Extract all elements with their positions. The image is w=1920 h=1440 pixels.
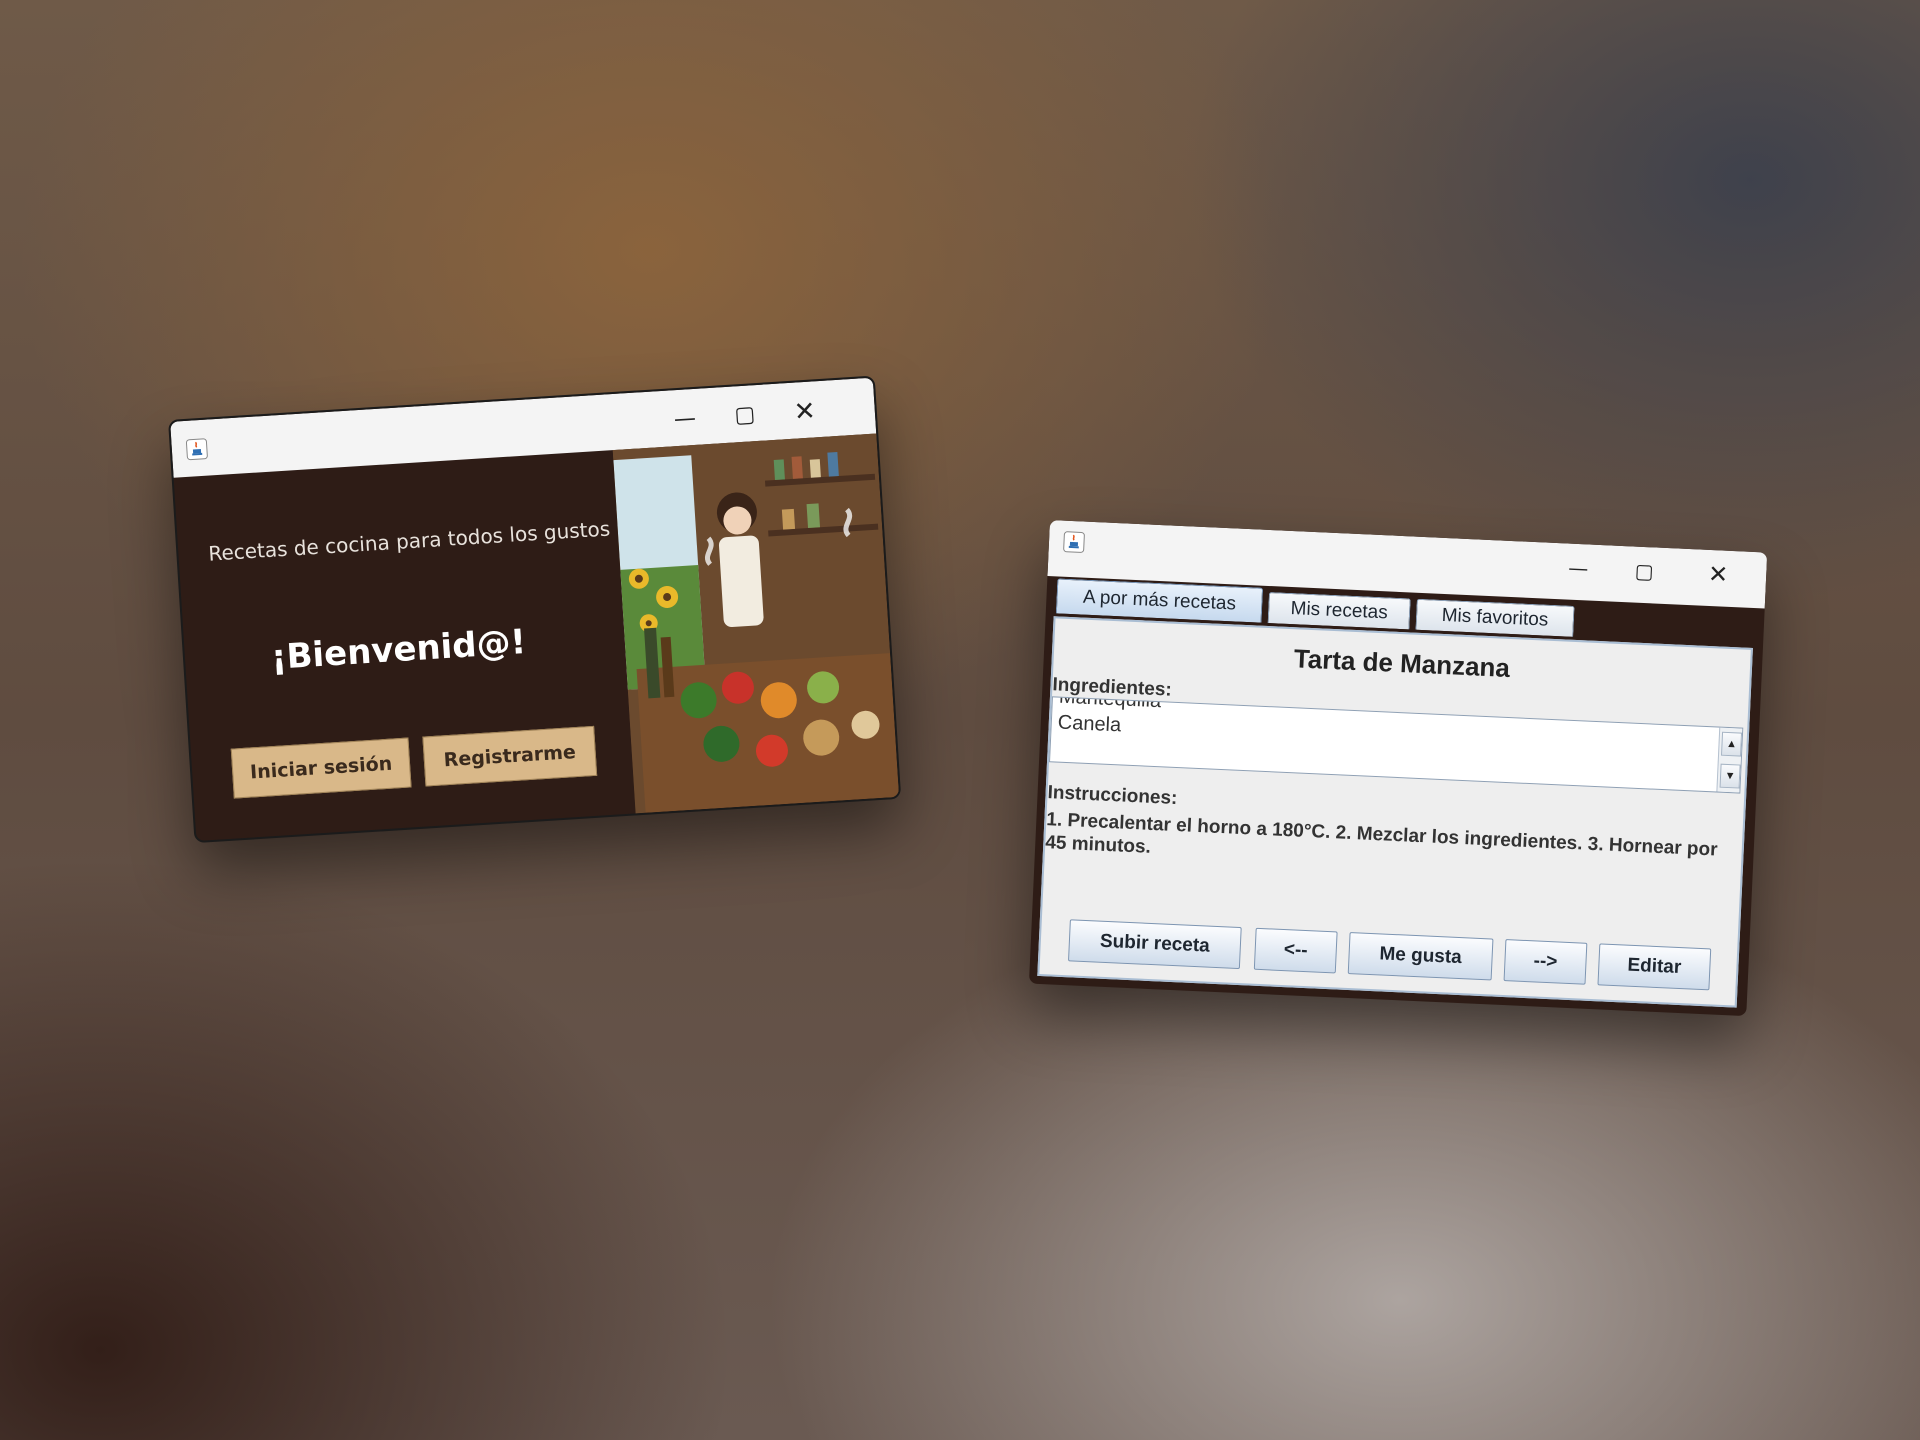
next-button[interactable]: -->: [1503, 939, 1588, 985]
upload-recipe-button[interactable]: Subir receta: [1068, 919, 1242, 970]
scroll-down-icon[interactable]: ▼: [1719, 763, 1741, 789]
like-button[interactable]: Me gusta: [1347, 932, 1494, 981]
maximize-icon[interactable]: ▢: [1624, 552, 1666, 590]
java-app-icon: [185, 438, 208, 461]
tab-more-recipes[interactable]: A por más recetas: [1055, 578, 1264, 623]
maximize-icon[interactable]: ▢: [724, 395, 766, 437]
java-app-icon: [1063, 531, 1085, 553]
recipes-window: — ▢ ✕ A por más recetas Mis recetas Mis …: [1028, 520, 1768, 1017]
edit-button[interactable]: Editar: [1597, 943, 1712, 991]
instructions-text: 1. Precalentar el horno a 180°C. 2. Mezc…: [1044, 809, 1718, 861]
recipe-panel: Tarta de Manzana Ingredientes: Mantequil…: [1037, 616, 1753, 1008]
list-item: Canela: [1057, 711, 1122, 737]
kitchen-illustration: [612, 433, 900, 814]
welcome-heading: ¡Bienvenid@!: [269, 622, 528, 678]
welcome-window: — ▢ ✕ Recetas de cocina para todos los g…: [168, 375, 902, 844]
register-button[interactable]: Registrarme: [422, 725, 598, 787]
tab-my-favorites[interactable]: Mis favoritos: [1415, 598, 1575, 637]
login-button[interactable]: Iniciar sesión: [230, 737, 412, 799]
tab-bar: A por más recetas Mis recetas Mis favori…: [1055, 578, 1575, 637]
app-subtitle: Recetas de cocina para todos los gustos: [207, 516, 611, 566]
minimize-icon[interactable]: —: [1558, 549, 1600, 587]
close-icon[interactable]: ✕: [1697, 555, 1739, 593]
ingredients-list[interactable]: Mantequilla Canela ▲ ▼: [1049, 696, 1744, 794]
vertical-scrollbar[interactable]: ▲ ▼: [1716, 727, 1743, 793]
close-icon[interactable]: ✕: [784, 391, 826, 433]
tab-my-recipes[interactable]: Mis recetas: [1267, 592, 1411, 630]
instructions-label: Instrucciones:: [1047, 782, 1178, 810]
scroll-up-icon[interactable]: ▲: [1720, 731, 1743, 757]
previous-button[interactable]: <--: [1253, 927, 1338, 974]
minimize-icon[interactable]: —: [664, 398, 706, 440]
